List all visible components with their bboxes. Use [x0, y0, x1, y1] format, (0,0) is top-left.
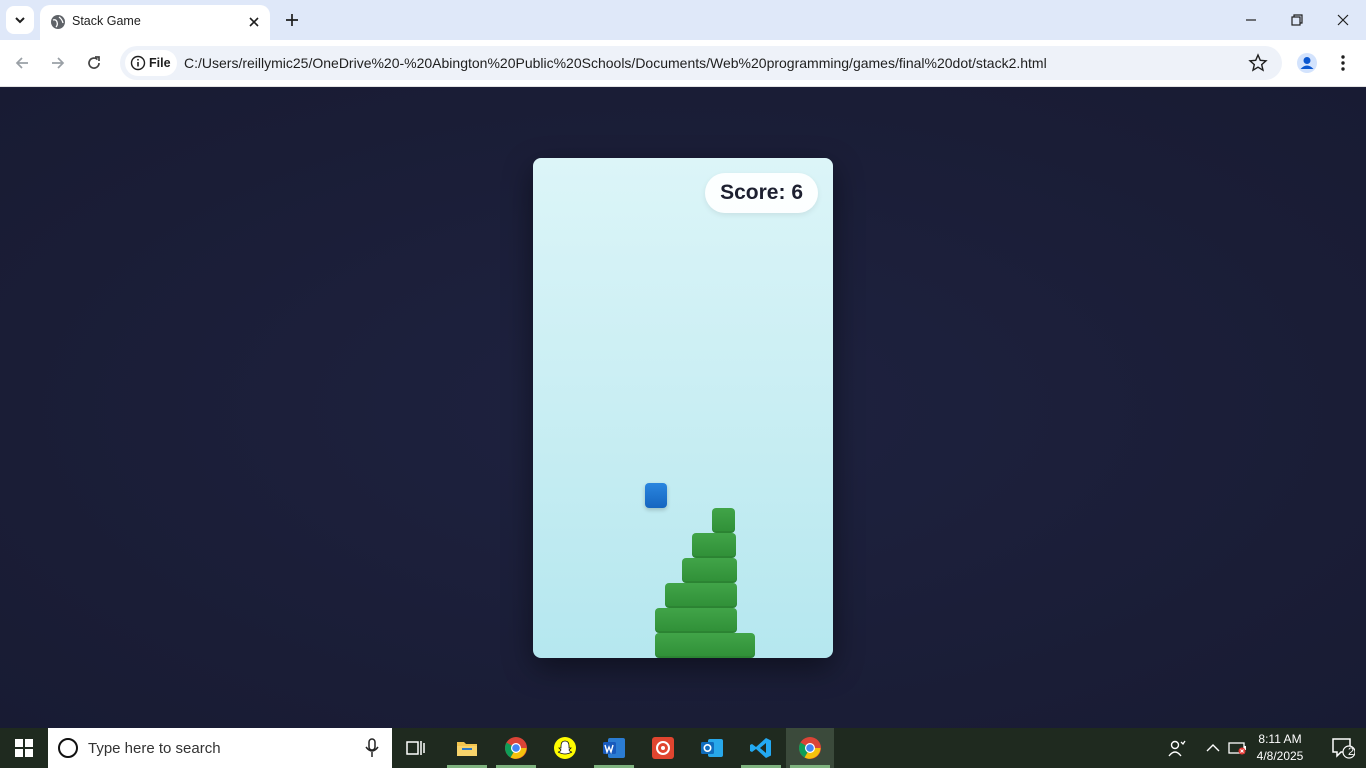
tab-search-button[interactable] [6, 6, 34, 34]
stacked-block [655, 633, 755, 658]
arrow-left-icon [15, 57, 28, 69]
chevron-up-icon [1206, 744, 1220, 752]
search-icon [58, 738, 78, 758]
restore-icon [1291, 14, 1303, 26]
close-icon [249, 17, 259, 27]
clock-time: 8:11 AM [1258, 732, 1302, 746]
word-icon [603, 738, 625, 758]
tray-people-button[interactable] [1163, 728, 1191, 768]
plus-icon [286, 14, 298, 26]
taskbar-chrome-active[interactable] [786, 728, 834, 768]
profile-button[interactable] [1294, 50, 1320, 76]
taskbar-clock[interactable]: 8:11 AM 4/8/2025 [1248, 731, 1312, 765]
moving-block [645, 483, 667, 508]
new-tab-button[interactable] [280, 8, 304, 32]
globe-icon [51, 15, 65, 29]
stacked-block [655, 608, 737, 633]
info-icon [130, 55, 146, 71]
notification-count: 2 [1348, 746, 1355, 758]
tray-overflow-button[interactable] [1200, 728, 1226, 768]
tab-strip: Stack Game [0, 0, 1366, 40]
site-chip-label: File [149, 56, 171, 70]
search-placeholder: Type here to search [88, 740, 221, 757]
star-icon[interactable] [1248, 53, 1268, 73]
battery-icon [1228, 742, 1246, 755]
taskbar-red-app[interactable] [639, 728, 687, 768]
kebab-menu-icon [1341, 55, 1345, 71]
minimize-icon [1246, 19, 1256, 21]
browser-toolbar: File C:/Users/reillymic25/OneDrive%20-%2… [0, 40, 1366, 87]
taskbar-word[interactable] [590, 728, 638, 768]
microphone-icon[interactable] [364, 738, 380, 758]
url-text[interactable]: C:/Users/reillymic25/OneDrive%20-%20Abin… [184, 55, 1047, 71]
tab-close-button[interactable] [244, 12, 264, 32]
taskbar-search-box[interactable]: Type here to search [48, 728, 392, 768]
chevron-down-icon [15, 17, 25, 24]
people-icon [1168, 740, 1186, 757]
windows-logo-icon [15, 739, 33, 757]
taskbar-outlook[interactable] [688, 728, 736, 768]
stacked-block [665, 583, 737, 608]
page-content: Score: 6 [0, 88, 1366, 728]
chrome-icon [505, 737, 527, 759]
close-icon [1337, 14, 1349, 26]
score-badge: Score: 6 [705, 173, 818, 213]
outlook-icon [701, 739, 723, 757]
taskbar-chrome[interactable] [492, 728, 540, 768]
arrow-right-icon [52, 57, 65, 69]
chrome-menu-button[interactable] [1330, 50, 1356, 76]
snapchat-icon [554, 737, 576, 759]
stacked-block [682, 558, 737, 583]
browser-tab[interactable]: Stack Game [40, 5, 270, 40]
chrome-icon [799, 737, 821, 759]
vscode-icon [750, 738, 771, 758]
stacked-block [712, 508, 735, 533]
folder-icon [457, 742, 477, 756]
taskbar-snapchat[interactable] [541, 728, 589, 768]
task-view-button[interactable] [392, 728, 440, 768]
back-button[interactable] [7, 48, 37, 78]
game-board[interactable]: Score: 6 [533, 158, 833, 658]
windows-taskbar: Type here to search 8:11 AM 4/8/2025 2 [0, 728, 1366, 768]
clock-date: 4/8/2025 [1256, 749, 1304, 763]
notification-center-button[interactable]: 2 [1320, 728, 1366, 768]
start-button[interactable] [0, 728, 48, 768]
avatar-icon [1297, 53, 1317, 73]
restore-button[interactable] [1274, 0, 1320, 40]
forward-button[interactable] [43, 48, 73, 78]
app-icon [652, 737, 674, 759]
reload-icon [88, 56, 100, 69]
minimize-button[interactable] [1228, 0, 1274, 40]
reload-button[interactable] [79, 48, 109, 78]
tray-battery-button[interactable] [1226, 728, 1250, 768]
taskbar-vscode[interactable] [737, 728, 785, 768]
task-view-icon [406, 741, 425, 755]
stacked-block [692, 533, 736, 558]
taskbar-file-explorer[interactable] [443, 728, 491, 768]
address-bar[interactable]: File C:/Users/reillymic25/OneDrive%20-%2… [120, 46, 1282, 80]
close-window-button[interactable] [1320, 0, 1366, 40]
site-info-chip[interactable]: File [125, 50, 177, 76]
tab-title: Stack Game [72, 14, 141, 28]
